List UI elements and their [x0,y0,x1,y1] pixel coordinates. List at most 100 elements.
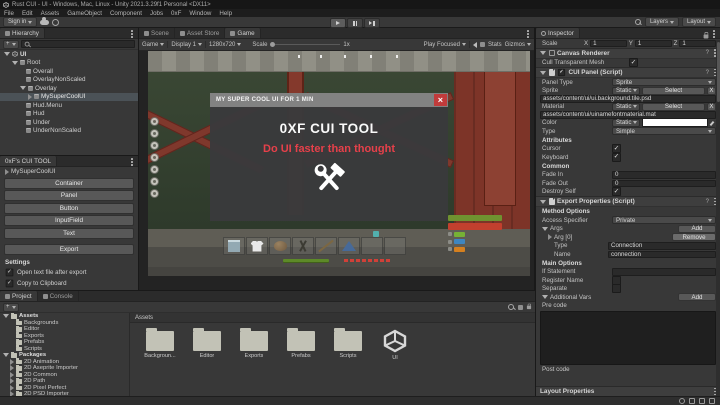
menu-gameobject[interactable]: GameObject [63,10,106,17]
menu-0xf[interactable]: 0xF [167,10,185,17]
additional-vars-add-button[interactable]: Add [678,293,716,302]
cull-checkbox[interactable] [629,58,638,68]
foldout-open-icon[interactable] [20,86,26,91]
sprite-select-button[interactable]: Select [642,86,705,95]
panel-menu-icon[interactable] [131,161,133,163]
hierarchy-add-button[interactable]: + [3,39,19,49]
lock-icon[interactable] [704,31,709,38]
type-dropdown[interactable]: Simple [612,127,716,136]
breadcrumb[interactable]: Assets [130,313,535,323]
scrollbar-thumb[interactable] [716,42,720,102]
panel-menu-icon[interactable] [713,33,715,35]
slider-handle[interactable] [270,41,276,47]
canvas-renderer-header[interactable]: Canvas Renderer ? [536,47,720,59]
stats-button[interactable]: Stats [488,42,502,48]
display-dropdown[interactable]: Display 1 [171,42,203,48]
arg-type-field[interactable]: Connection [608,242,716,250]
foldout-open-icon[interactable] [540,70,546,75]
status-icon[interactable] [679,398,685,404]
hotbar-slot-empty[interactable] [361,237,383,255]
option-copy-clipboard[interactable]: Copy to Clipboard [0,278,138,289]
separate-checkbox[interactable] [612,284,621,294]
pre-code-textarea[interactable] [540,310,716,365]
cursor-checkbox[interactable] [612,144,621,154]
hierarchy-search-input[interactable] [20,40,135,48]
foldout-open-icon[interactable] [4,52,10,57]
menu-assets[interactable]: Assets [37,10,64,17]
close-button[interactable]: × [434,94,447,106]
cloud-icon[interactable] [40,17,50,25]
help-icon[interactable]: ? [706,199,709,205]
foldout-open-icon[interactable] [3,353,9,358]
sprite-path-field[interactable]: assets/content/ui/ui.background.tile.psd [540,95,716,103]
material-clear-button[interactable]: X [707,102,716,111]
hierarchy-item[interactable]: UnderNonScaled [0,127,138,136]
sprite-clear-button[interactable]: X [707,86,716,95]
export-button[interactable]: Export [4,243,134,255]
if-statement-field[interactable] [612,268,716,276]
scale-z-field[interactable]: 1 [679,39,716,47]
gizmos-dropdown[interactable]: Gizmos [505,42,531,48]
sign-in-button[interactable]: Sign in [3,17,38,27]
asset-folder[interactable]: Prefabs [279,327,323,393]
lock-icon[interactable] [526,304,532,310]
status-icon[interactable] [699,398,705,404]
asset-folder[interactable]: Scripts [326,327,370,393]
export-properties-header[interactable]: Export Properties (Script) ? [536,196,720,207]
inputfield-button[interactable]: InputField [4,215,134,226]
hierarchy-item[interactable]: Overlay [0,84,138,93]
help-icon[interactable]: ? [706,70,709,76]
hierarchy-item-scene[interactable]: UI [0,50,138,59]
color-static-dropdown[interactable]: Static [612,118,640,127]
access-specifier-dropdown[interactable]: Private [612,216,716,225]
checkbox[interactable] [5,279,14,287]
scale-x-field[interactable]: 1 [590,39,627,47]
hierarchy-item[interactable]: Hud.Menu [0,101,138,110]
asset-folder[interactable]: Editor [185,327,229,393]
search-icon[interactable] [508,303,515,311]
option-open-text-file[interactable]: Open text file after export [0,267,138,278]
services-icon[interactable] [52,18,60,26]
layout-dropdown[interactable]: Layout [681,17,716,27]
arg-remove-button[interactable]: Remove [672,233,716,242]
arg-name-field[interactable]: connection [608,250,716,258]
play-focused-dropdown[interactable]: Play Focused [424,42,466,48]
foldout-closed-icon[interactable] [5,168,9,175]
tab-asset-store[interactable]: Asset Store [174,28,226,38]
color-swatch[interactable] [642,118,708,128]
project-add-button[interactable]: + [3,302,19,312]
menu-window[interactable]: Window [185,10,215,17]
hierarchy-item[interactable]: Overall [0,67,138,76]
menu-component[interactable]: Component [106,10,146,17]
pause-button[interactable] [347,18,363,28]
menu-jobs[interactable]: Jobs [146,10,167,17]
panel-menu-icon[interactable] [527,33,529,35]
tab-hierarchy[interactable]: Hierarchy [0,28,45,38]
hotbar-slot-rock[interactable] [269,237,291,255]
cui-selected-object[interactable]: MySuperCoolUI [0,167,138,176]
tab-project[interactable]: Project [0,291,38,301]
layers-dropdown[interactable]: Layers [644,17,679,27]
button-button[interactable]: Button [4,202,134,214]
foldout-open-icon[interactable] [540,199,546,204]
hotbar-slot-blueprint[interactable] [223,237,245,255]
foldout-closed-icon[interactable] [10,358,14,365]
foldout-closed-icon[interactable] [10,384,14,391]
status-icon[interactable] [709,398,715,404]
mute-audio-icon[interactable] [472,41,477,48]
help-icon[interactable]: ? [706,50,709,56]
vsync-icon[interactable] [479,42,485,47]
menu-help[interactable]: Help [215,10,236,17]
inspector-scrollbar[interactable] [716,40,720,396]
foldout-open-icon[interactable] [12,60,18,65]
foldout-closed-icon[interactable] [28,93,32,100]
step-button[interactable] [364,18,380,28]
layout-properties-header[interactable]: Layout Properties [536,386,720,396]
status-icon[interactable] [689,398,695,404]
hotbar-slot-tools[interactable] [292,237,314,255]
hotbar-slot-spear[interactable] [315,237,337,255]
asset-ui-scene[interactable]: UI [373,327,417,393]
hotbar-slot-tent[interactable] [338,237,360,255]
scale-slider[interactable] [270,41,341,47]
game-mode-dropdown[interactable]: Game [142,42,165,48]
